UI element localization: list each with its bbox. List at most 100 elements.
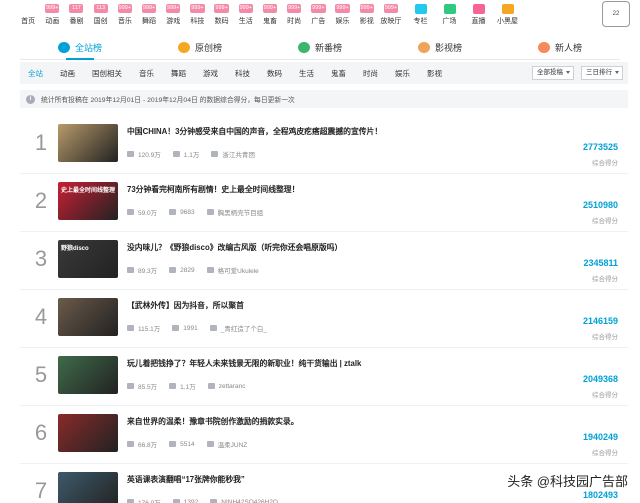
nav-item-label: 音乐 <box>117 18 132 25</box>
video-thumbnail[interactable] <box>58 414 118 452</box>
subcat-0[interactable]: 全站 <box>28 68 43 79</box>
uploader-name[interactable]: 温柔JUNZ <box>218 439 248 449</box>
video-thumbnail[interactable] <box>58 298 118 336</box>
danmaku-icon <box>169 383 177 389</box>
nav-item-label: 鬼畜 <box>262 18 277 25</box>
count-badge: 999+ <box>238 4 253 13</box>
nav-item-1[interactable]: 999+ 动画 <box>40 0 64 26</box>
nav-item-9[interactable]: 999+ 生活 <box>234 0 258 26</box>
nav-item-0[interactable]: 首页 <box>16 0 40 26</box>
subcat-2[interactable]: 国创相关 <box>92 68 122 79</box>
nav-icon-item-0[interactable]: 专栏 <box>409 0 432 26</box>
play-icon <box>127 209 134 215</box>
nav-item-2[interactable]: 117 番剧 <box>64 0 88 26</box>
play-icon <box>127 441 134 447</box>
rank-row: 6 来自世界的温柔！豫章书院创作激励的捐款实录。 66.8万 5514 温柔JUNZ 19… <box>20 406 628 464</box>
nav-item-label: 小黑屋 <box>497 18 518 25</box>
video-stats: 85.5万 1.1万 zettaranc <box>127 381 257 391</box>
video-thumbnail[interactable] <box>58 472 118 503</box>
category-nav: 首页 999+ 动画 117 番剧 113 国创 999+ 音乐 999+ 舞蹈 999+ 游戏 999+… <box>0 0 640 30</box>
nav-icon-item-1[interactable]: 广场 <box>438 0 461 26</box>
subcat-5[interactable]: 游戏 <box>203 68 218 79</box>
rank-number: 1 <box>34 130 48 155</box>
uploader-name[interactable]: 胸黑柄壳节目组 <box>218 207 264 217</box>
nav-item-12[interactable]: 999+ 广告 <box>306 0 330 26</box>
range-filter-dropdown[interactable]: 三日排行 <box>581 66 623 80</box>
nav-item-3[interactable]: 113 国创 <box>89 0 113 26</box>
nav-icon-item-2[interactable]: 直播 <box>467 0 490 26</box>
subcat-10[interactable]: 时尚 <box>363 68 378 79</box>
danmaku-count: 9683 <box>180 208 195 216</box>
rank-tab-2[interactable]: 新番榜 <box>260 36 380 59</box>
rank-tab-3[interactable]: 影视榜 <box>380 36 500 59</box>
rank-tab-1[interactable]: 原创榜 <box>140 36 260 59</box>
nav-icon-item-3[interactable]: 小黑屋 <box>496 0 519 26</box>
nav-item-label: 广场 <box>442 18 457 25</box>
subcat-7[interactable]: 数码 <box>267 68 282 79</box>
uploader-name[interactable]: zettaranc <box>219 383 246 390</box>
nav-item-13[interactable]: 999+ 娱乐 <box>330 0 354 26</box>
nav-item-label: 舞蹈 <box>142 18 157 25</box>
rank-list: 1 中国CHINA！3分钟感受来自中国的声音，全程鸡皮疙瘩超震撼的宣传片！ 120.… <box>20 116 628 503</box>
uploader-icon <box>207 383 215 389</box>
subcat-12[interactable]: 影视 <box>427 68 442 79</box>
subcat-1[interactable]: 动画 <box>60 68 75 79</box>
video-title-link[interactable]: 英语课表演翻唱“17张牌你能秒我” <box>127 474 245 485</box>
uploader-name[interactable]: 格可爱Ukulele <box>218 265 259 275</box>
video-thumbnail[interactable]: 野狼disco <box>58 240 118 278</box>
count-badge: 999+ <box>45 4 60 13</box>
subcat-11[interactable]: 娱乐 <box>395 68 410 79</box>
view-count: 59.0万 <box>138 210 158 217</box>
video-title-link[interactable]: 玩儿着把钱挣了？年轻人未来钱景无限的新职业！纯干货输出 | ztalk <box>127 358 361 369</box>
chevron-down-icon <box>615 71 619 74</box>
video-stats: 59.0万 9683 胸黑柄壳节目组 <box>127 207 275 217</box>
rank-tab-label: 新人榜 <box>554 43 582 53</box>
count-badge: 999+ <box>359 4 374 13</box>
play-icon <box>127 499 134 503</box>
video-title-link[interactable]: 没内味儿？《野狼disco》改编古风版（听完你还会唱原版吗） <box>127 242 342 253</box>
nav-item-8[interactable]: 999+ 数码 <box>210 0 234 26</box>
subcat-9[interactable]: 鬼畜 <box>331 68 346 79</box>
type-filter-value: 全部投稿 <box>537 69 563 76</box>
uploader-name[interactable]: NINH42SO426H2O <box>221 499 278 503</box>
rank-number: 2 <box>34 188 48 213</box>
rank-tab-icon <box>537 42 550 53</box>
mascot-logo[interactable]: 22 <box>602 1 630 27</box>
nav-item-4[interactable]: 999+ 音乐 <box>113 0 137 26</box>
notice-text: 统计所有投稿在 2019年12月01日 - 2019年12月04日 的数据综合得… <box>41 97 295 104</box>
subcat-6[interactable]: 科技 <box>235 68 250 79</box>
score-value: 2510980 <box>582 200 618 210</box>
type-filter-dropdown[interactable]: 全部投稿 <box>532 66 574 80</box>
score-block: 2146159 综合得分 <box>583 316 618 341</box>
video-title-link[interactable]: 73分钟看完柯南所有剧情！史上最全时间线整理！ <box>127 184 299 195</box>
view-count: 176.0万 <box>138 497 161 503</box>
nav-item-15[interactable]: 999+ 放映厅 <box>379 0 403 26</box>
subcat-4[interactable]: 舞蹈 <box>171 68 186 79</box>
subcat-8[interactable]: 生活 <box>299 68 314 79</box>
rank-tab-label: 全站榜 <box>74 43 102 53</box>
count-badge: 999+ <box>335 4 350 13</box>
video-title-link[interactable]: 中国CHINA！3分钟感受来自中国的声音，全程鸡皮疙瘩超震撼的宣传片！ <box>127 126 382 137</box>
rank-tab-0[interactable]: 全站榜 <box>20 36 140 60</box>
nav-item-label: 数码 <box>214 18 229 25</box>
video-thumbnail[interactable] <box>58 356 118 394</box>
nav-item-14[interactable]: 999+ 影视 <box>355 0 379 26</box>
nav-item-6[interactable]: 999+ 游戏 <box>161 0 185 26</box>
subcat-3[interactable]: 音乐 <box>139 68 154 79</box>
score-block: 1802493综合得分 <box>583 490 618 503</box>
video-title-link[interactable]: 来自世界的温柔！豫章书院创作激励的捐款实录。 <box>127 416 299 427</box>
video-thumbnail[interactable]: 史上最全时间线整理 <box>58 182 118 220</box>
nav-item-11[interactable]: 999+ 时尚 <box>282 0 306 26</box>
uploader-name[interactable]: _青红造了个白_ <box>221 323 267 333</box>
video-title-link[interactable]: 【武林外传】因为抖音，所以聚首 <box>127 300 244 311</box>
nav-item-5[interactable]: 999+ 舞蹈 <box>137 0 161 26</box>
nav-item-10[interactable]: 999+ 鬼畜 <box>258 0 282 26</box>
uploader-name[interactable]: 浙江共青团 <box>222 149 255 159</box>
video-thumbnail[interactable] <box>58 124 118 162</box>
video-stats: 66.8万 5514 温柔JUNZ <box>127 439 259 449</box>
rank-tab-4[interactable]: 新人榜 <box>500 36 620 59</box>
danmaku-icon <box>169 267 177 273</box>
nav-item-7[interactable]: 999+ 科技 <box>185 0 209 26</box>
view-count: 66.8万 <box>138 442 158 449</box>
range-filter-value: 三日排行 <box>586 69 612 76</box>
